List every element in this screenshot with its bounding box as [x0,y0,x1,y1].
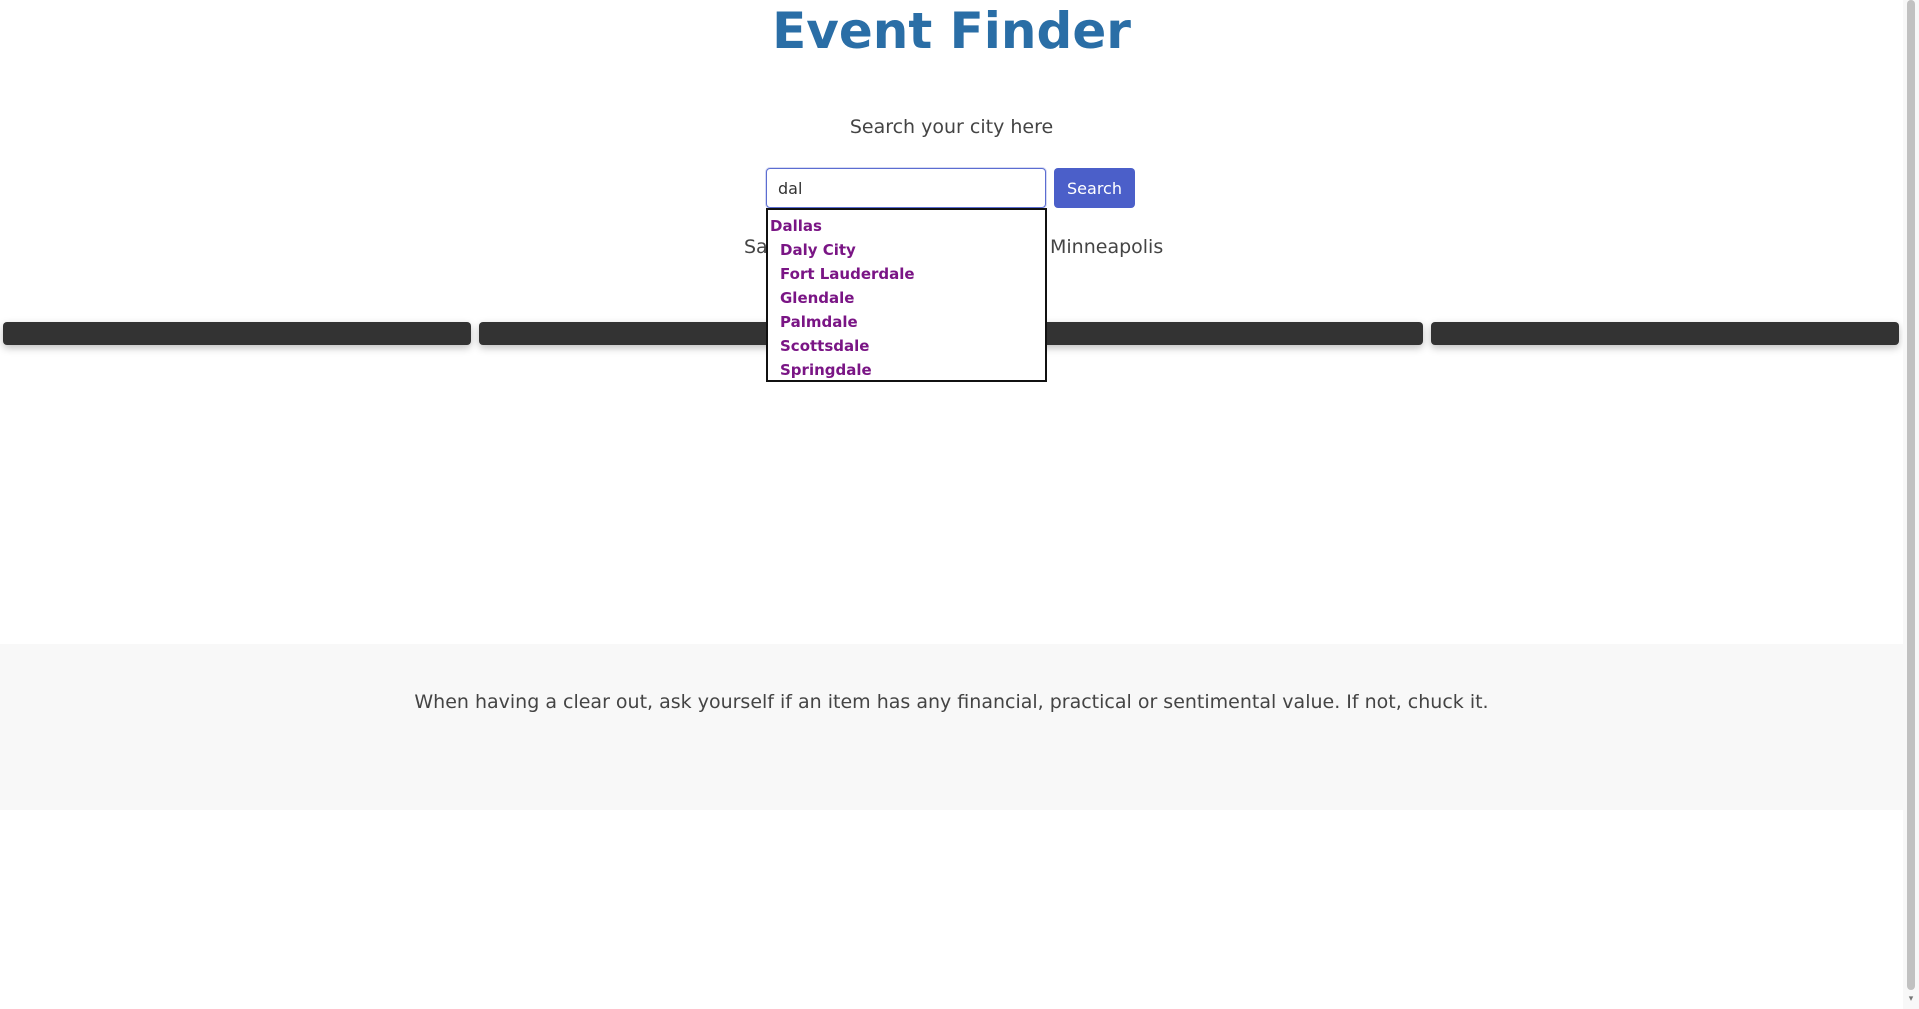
scrollbar-thumb[interactable] [1907,0,1915,990]
autocomplete-option[interactable]: Dallas [768,214,1045,238]
search-prompt: Search your city here [849,116,1054,138]
event-card[interactable] [1431,322,1899,345]
quick-city-link[interactable]: Sa [744,236,768,258]
search-button[interactable]: Search [1054,168,1135,208]
autocomplete-option[interactable]: Palmdale [768,310,1045,334]
city-search-input[interactable] [766,168,1046,208]
autocomplete-option[interactable]: Fort Lauderdale [768,262,1045,286]
autocomplete-option[interactable]: Glendale [768,286,1045,310]
autocomplete-option[interactable]: Daly City [768,238,1045,262]
tip-banner: When having a clear out, ask yourself if… [0,644,1903,810]
page: Event Finder Search your city here Searc… [0,0,1903,1009]
scroll-down-arrow-icon[interactable]: ▾ [1906,994,1916,1004]
page-title: Event Finder [772,2,1131,60]
quick-city-link[interactable]: Minneapolis [1050,236,1163,258]
vertical-scrollbar[interactable]: ▾ [1903,0,1919,1009]
tip-text: When having a clear out, ask yourself if… [414,691,1489,713]
autocomplete-option[interactable]: Springdale [768,358,1045,382]
event-card[interactable] [3,322,471,345]
autocomplete-option[interactable]: Scottsdale [768,334,1045,358]
autocomplete-dropdown: Dallas Daly City Fort Lauderdale Glendal… [766,208,1047,382]
